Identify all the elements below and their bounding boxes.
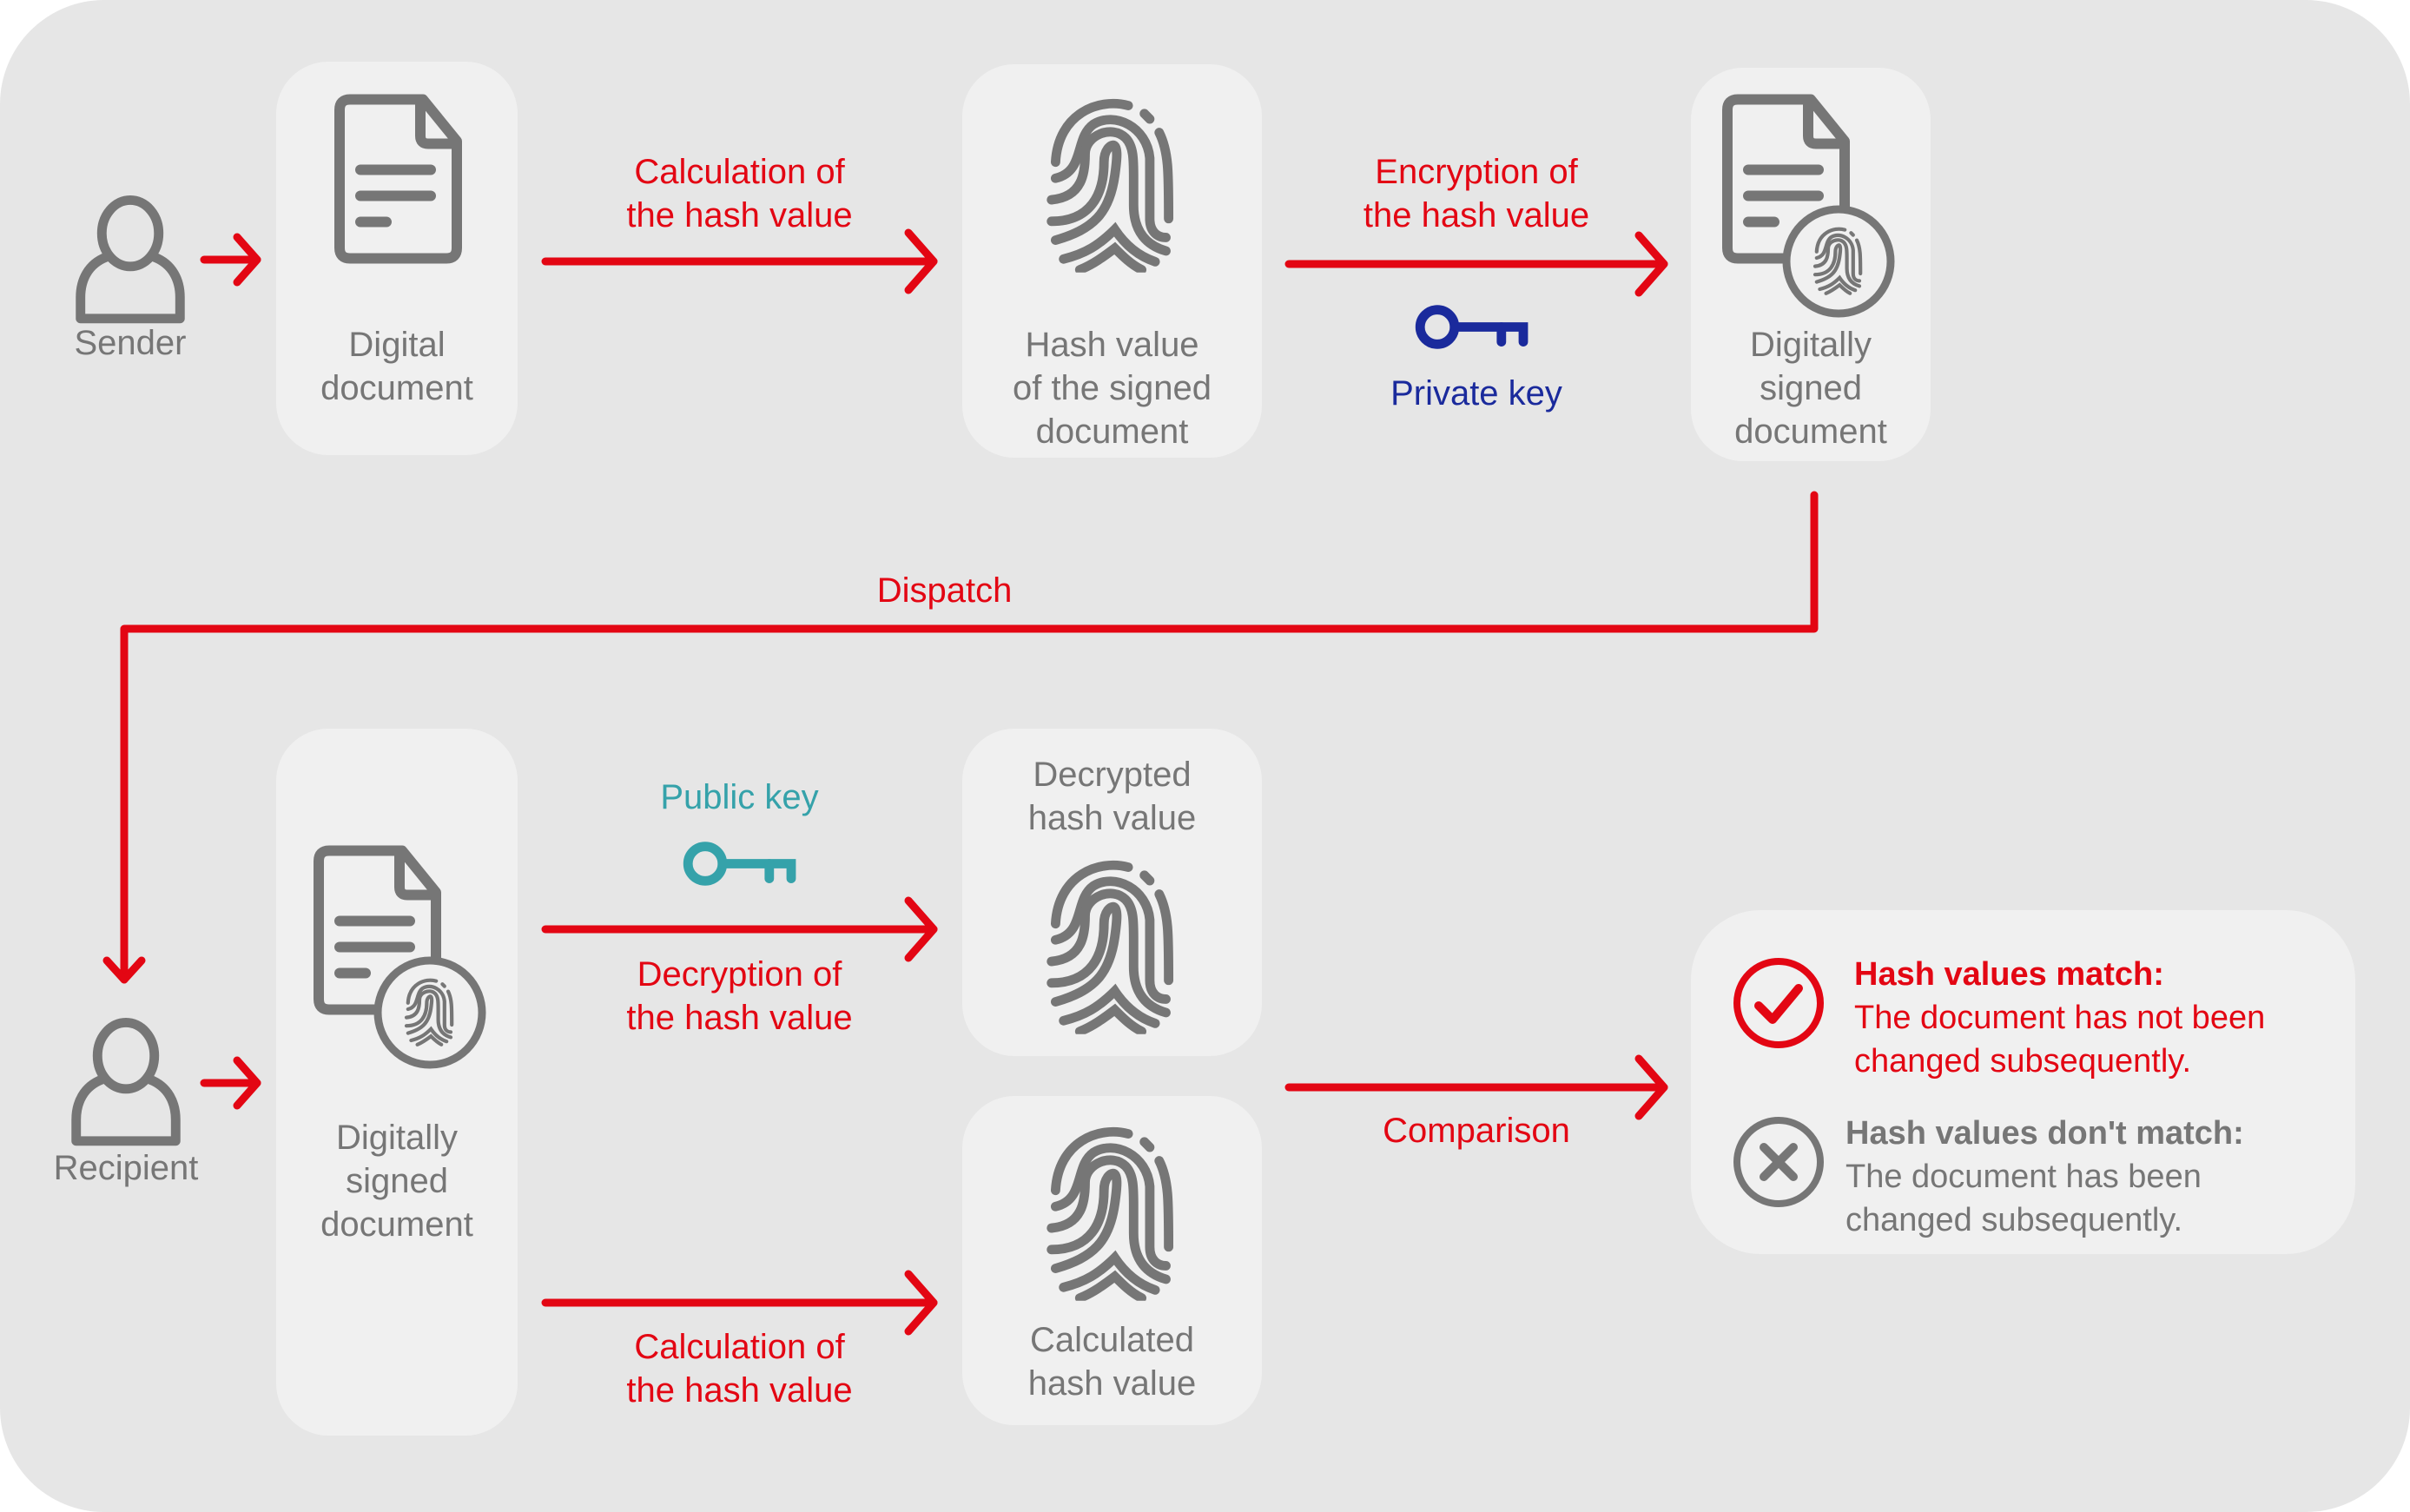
encrypt-hash-line1: Encryption of [1375,153,1578,191]
mismatch-text-line1: The document has been [1845,1159,2202,1195]
decrypted-line2: hash value [1027,799,1197,837]
mismatch-result: Hash values don't match: The document ha… [1845,1112,2341,1242]
fingerprint-seal-icon [1782,205,1895,318]
calculate-hash-label: Calculation of the hash value [545,150,934,237]
recipient-doc-line2: signed [346,1162,448,1200]
mismatch-text-line2: changed subsequently. [1845,1202,2183,1238]
recipient-signed-document-icon [311,845,493,1071]
recipient-doc-label: Digitally signed document [276,1116,518,1246]
x-circle-icon [1733,1117,1824,1207]
calculated-hash-label: Calculated hash value [962,1318,1262,1405]
calculated-line1: Calculated [1029,1321,1194,1359]
comparison-label: Comparison [1383,1112,1570,1150]
decrypt-hash-line2: the hash value [626,999,853,1037]
decrypt-hash-line1: Decryption of [637,955,842,994]
sender-user-icon [69,195,191,326]
public-key-label: Public key [660,778,819,816]
fingerprint-icon [1045,94,1179,276]
signed-doc-line1: Digitally [1749,326,1872,364]
digital-document-label: Digital document [276,323,518,410]
calc-hash-rec-line2: the hash value [626,1371,853,1410]
encrypt-hash-label: Encryption of the hash value [1289,150,1664,237]
recipient-label: Recipient [53,1149,199,1187]
fingerprint-icon [1045,855,1179,1038]
calculated-line2: hash value [1027,1364,1197,1403]
hash-value-line3: document [1035,413,1189,451]
digital-document-line1: Digital [348,326,446,364]
calculate-hash-line2: the hash value [626,196,853,234]
recipient-doc-line1: Digitally [335,1119,459,1157]
hash-value-line1: Hash value [1025,326,1199,364]
sender-label: Sender [74,324,187,362]
fingerprint-icon [1045,1122,1179,1304]
card-recipient-signed-document [276,729,518,1436]
mismatch-title: Hash values don't match: [1845,1115,2244,1152]
signed-document-icon [1720,94,1902,320]
digitally-signed-document-label: Digitally signed document [1691,323,1931,453]
encrypt-hash-line2: the hash value [1363,196,1590,234]
signed-doc-line2: signed [1760,369,1862,407]
recipient-doc-line3: document [320,1205,473,1244]
decrypt-hash-label: Decryption of the hash value [545,953,934,1040]
recipient-user-icon [65,1018,187,1148]
private-key-icon [1414,300,1531,354]
match-title: Hash values match: [1854,956,2164,993]
calculate-hash-line1: Calculation of [634,153,845,191]
signed-doc-line3: document [1734,413,1887,451]
match-text-line2: changed subsequently. [1854,1043,2192,1080]
check-circle-icon [1733,958,1824,1048]
calc-hash-rec-line1: Calculation of [634,1328,845,1366]
decrypted-line1: Decrypted [1033,756,1192,794]
dispatch-label: Dispatch [876,571,1013,610]
decrypted-hash-label: Decrypted hash value [962,753,1262,840]
hash-value-line2: of the signed [1012,369,1212,407]
match-text-line1: The document has not been [1854,1000,2266,1036]
document-icon [332,94,462,264]
calculate-hash-recipient-label: Calculation of the hash value [545,1325,934,1412]
digital-document-line2: document [320,369,473,407]
public-key-icon [682,836,799,891]
hash-value-label: Hash value of the signed document [962,323,1262,453]
fingerprint-seal-icon [373,956,486,1069]
private-key-label: Private key [1390,374,1562,413]
match-result: Hash values match: The document has not … [1854,953,2341,1083]
